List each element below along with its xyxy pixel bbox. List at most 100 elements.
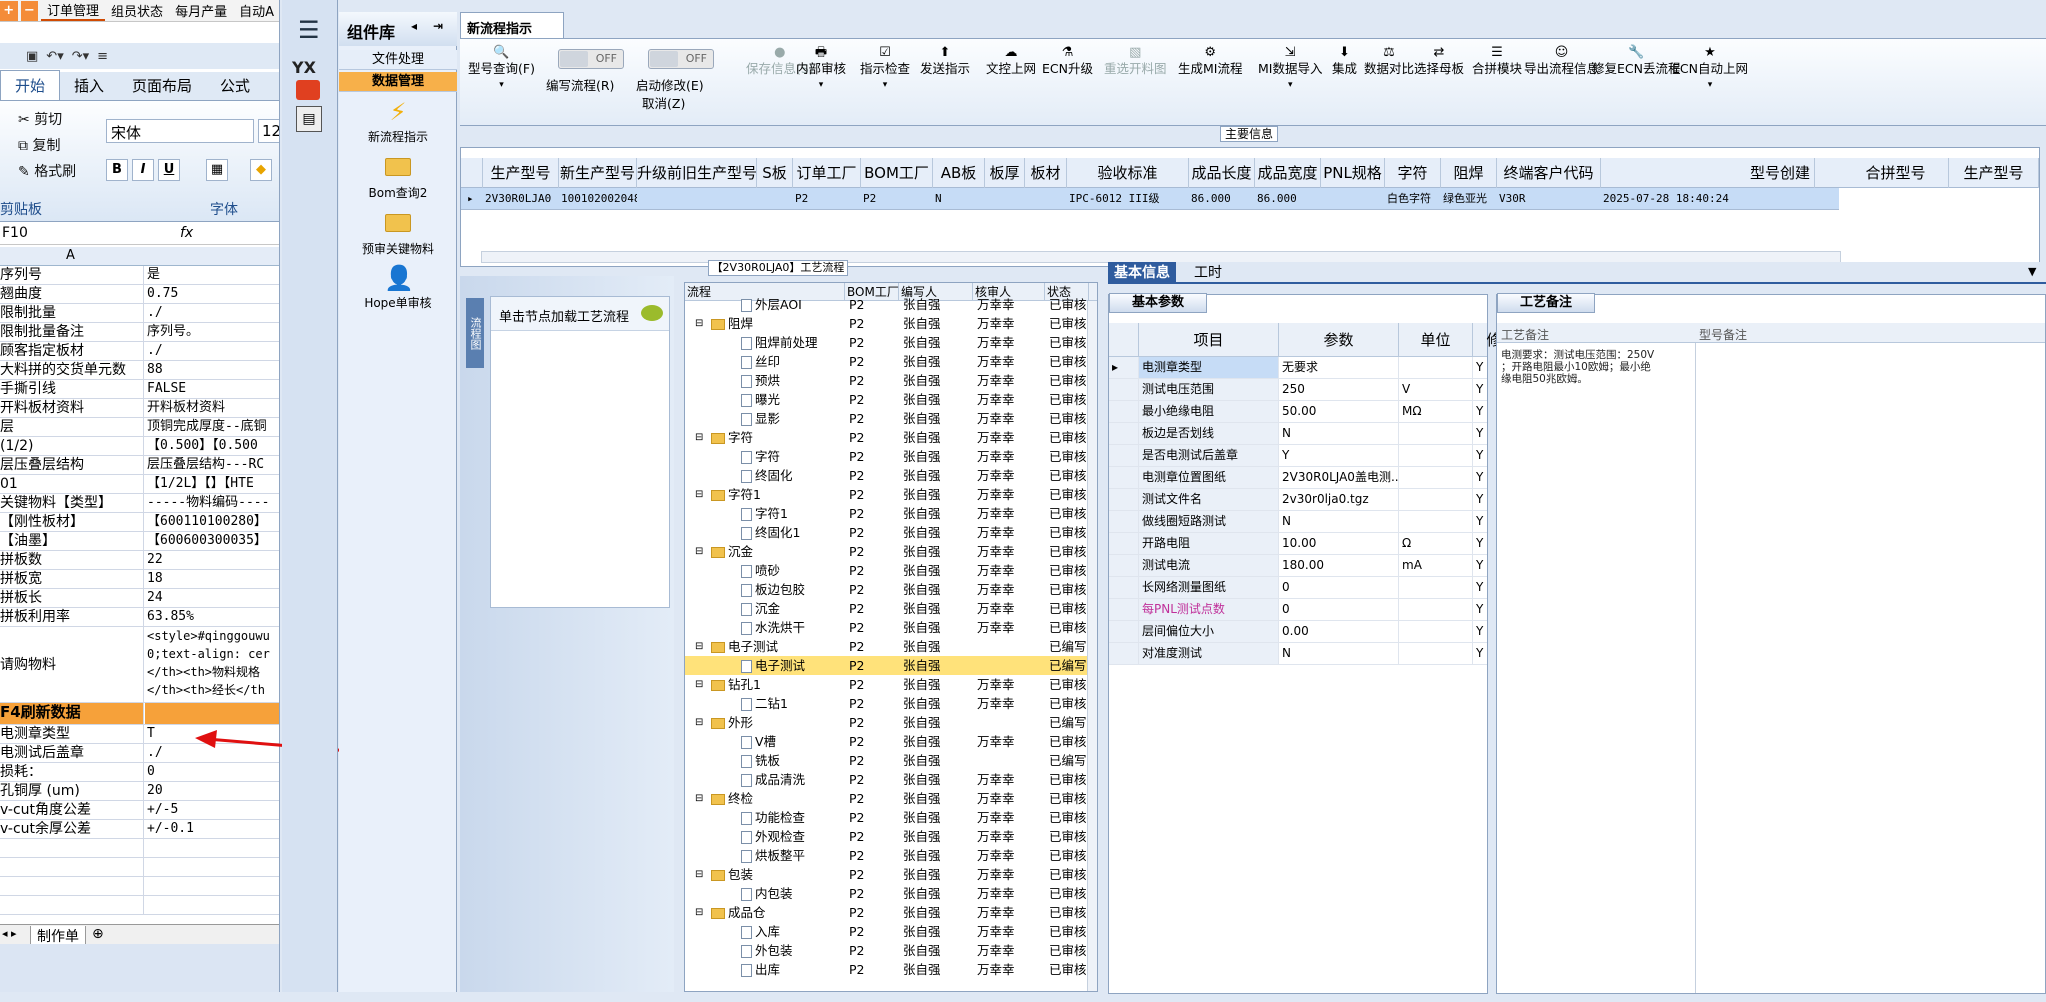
cell-a[interactable]: 层 (0, 418, 144, 436)
cell-a[interactable]: 层压叠层结构 (0, 456, 144, 474)
row-selector[interactable] (1109, 489, 1139, 510)
expand-icon[interactable]: ⊟ (695, 428, 703, 447)
dropdown-arrow-icon[interactable]: ▾ (1258, 77, 1322, 93)
column-header[interactable]: S板 (757, 158, 793, 188)
params-cell[interactable] (1399, 599, 1473, 620)
row-selector[interactable] (1109, 467, 1139, 488)
cell-b[interactable]: 88 (145, 361, 279, 379)
cell-a[interactable] (0, 839, 144, 857)
column-header[interactable]: 验收标准 (1067, 158, 1189, 188)
params-row[interactable]: 是否电测试后盖章 Y Y (1109, 445, 1513, 467)
params-row[interactable]: 测试电压范围 250 V Y (1109, 379, 1513, 401)
cell-a[interactable]: 电测试后盖章 (0, 744, 144, 762)
table-cell[interactable] (1025, 188, 1067, 210)
params-cell[interactable] (1399, 467, 1473, 488)
tree-node[interactable]: 二钻1 P2 张自强 万幸幸 已审核 (685, 694, 1097, 713)
tree-node[interactable]: 烘板整平 P2 张自强 万幸幸 已审核 (685, 846, 1097, 865)
cell-a[interactable]: 翘曲度 (0, 285, 144, 303)
params-cell[interactable]: 开路电阻 (1139, 533, 1279, 554)
format-painter-button[interactable]: ✎ 格式刷 (18, 161, 76, 181)
table-cell[interactable]: 86.000 (1189, 188, 1255, 210)
cell-b[interactable]: +/-5 (145, 801, 279, 819)
tree-node[interactable]: 外层AOI P2 张自强 万幸幸 已审核 (685, 295, 1097, 314)
tree-node[interactable]: 入库 P2 张自强 万幸幸 已审核 (685, 922, 1097, 941)
table-cell[interactable] (1321, 188, 1385, 210)
params-cell[interactable]: 2v30r0lja0.tgz (1279, 489, 1399, 510)
excel-tab-3[interactable]: 自动A (233, 1, 279, 20)
table-cell[interactable] (985, 188, 1025, 210)
params-row[interactable]: 层间偏位大小 0.00 Y (1109, 621, 1513, 643)
cell-a[interactable] (0, 877, 144, 895)
toolbar-button[interactable]: 🔧 修复ECN丢流程 (1592, 45, 1680, 77)
cell-b[interactable]: FALSE (145, 380, 279, 398)
tree-node[interactable]: 外包装 P2 张自强 万幸幸 已审核 (685, 941, 1097, 960)
expand-icon[interactable]: ⊟ (695, 865, 703, 884)
tree-node[interactable]: 成品仓 ⊟ P2 张自强 万幸幸 已审核 (685, 903, 1097, 922)
ribbon-tab-formulas[interactable]: 公式 (206, 71, 264, 100)
cell-a[interactable]: 大料拼的交货单元数 (0, 361, 144, 379)
cell-b[interactable]: ./ (145, 342, 279, 360)
tree-node[interactable]: 阻焊 ⊟ P2 张自强 万幸幸 已审核 (685, 314, 1097, 333)
cell-b[interactable]: 【600600300035】 (145, 532, 279, 550)
params-row[interactable]: 板边是否划线 N Y (1109, 423, 1513, 445)
params-cell[interactable]: 每PNL测试点数 (1139, 599, 1279, 620)
cell-a[interactable]: 拼板数 (0, 551, 144, 569)
params-cell[interactable]: Y (1279, 445, 1399, 466)
ribbon-tab-layout[interactable]: 页面布局 (118, 71, 206, 100)
params-cell[interactable]: 电测章位置图纸 (1139, 467, 1279, 488)
expand-icon[interactable]: ⊟ (695, 314, 703, 333)
cell-a[interactable]: 拼板长 (0, 589, 144, 607)
params-row[interactable]: 做线圈短路测试 N Y (1109, 511, 1513, 533)
params-cell[interactable]: 测试电压范围 (1139, 379, 1279, 400)
cell-a[interactable]: 序列号 (0, 266, 144, 284)
expand-icon[interactable]: ⊟ (695, 542, 703, 561)
excel-tab-0[interactable]: 订单管理 (41, 0, 106, 21)
cell-b[interactable] (145, 703, 279, 724)
toolbar-button[interactable]: ★ ECN自动上网 ▾ (1672, 45, 1748, 93)
pin-icon[interactable]: ⇥ (433, 19, 443, 33)
ribbon-tab-home[interactable]: 开始 (0, 70, 61, 100)
row-selector[interactable]: ▸ (1109, 357, 1139, 378)
column-header[interactable]: 板厚 (985, 158, 1025, 188)
cell-a[interactable]: F4刷新数据 (0, 703, 144, 724)
cell-b[interactable]: +/-0.1 (145, 820, 279, 838)
category-file[interactable]: 文件处理 (339, 50, 457, 70)
cell-b[interactable]: 20 (145, 782, 279, 800)
params-column-header[interactable]: 参数 (1279, 323, 1399, 357)
cell-a[interactable]: 限制批量备注 (0, 323, 144, 341)
params-row[interactable]: 最小绝缘电阻 50.00 MΩ Y (1109, 401, 1513, 423)
row-selector[interactable] (1109, 643, 1139, 664)
column-header[interactable]: 生产型号 (1949, 158, 2039, 188)
column-header[interactable]: 订单工厂 (793, 158, 861, 188)
cell-a[interactable]: 拼板利用率 (0, 608, 144, 626)
cell-a[interactable]: 【刚性板材】 (0, 513, 144, 531)
cell-b[interactable]: 18 (145, 570, 279, 588)
minus-icon[interactable]: − (20, 0, 39, 21)
component-new-flow[interactable]: ⚡ 新流程指示 (339, 98, 457, 145)
params-cell[interactable] (1399, 577, 1473, 598)
params-cell[interactable] (1399, 511, 1473, 532)
params-cell[interactable]: 无要求 (1279, 357, 1399, 378)
flow-chart-vtab[interactable]: 流程图 (466, 298, 484, 368)
cell-b[interactable]: 【0.500】【0.500 (145, 437, 279, 455)
expand-icon[interactable]: ⊟ (695, 789, 703, 808)
cell-b[interactable]: -----物料编码---- (145, 494, 279, 512)
cancel-button[interactable]: 取消(Z) (642, 93, 685, 112)
column-header[interactable]: 阻焊 (1441, 158, 1497, 188)
dropdown-arrow-icon[interactable]: ▾ (468, 77, 535, 93)
component-bom-query[interactable]: Bom查询2 (339, 154, 457, 201)
new-sheet-icon[interactable]: ⊕ (92, 926, 104, 942)
expand-icon[interactable]: ⊟ (695, 637, 703, 656)
column-a-header[interactable]: A (66, 248, 75, 263)
row-selector-icon[interactable]: ▸ (465, 188, 474, 210)
column-header[interactable]: 合拼型号 (1843, 158, 1949, 188)
tree-node[interactable]: 内包装 P2 张自强 万幸幸 已审核 (685, 884, 1097, 903)
cell-a[interactable]: v-cut余厚公差 (0, 820, 144, 838)
params-cell[interactable]: N (1279, 511, 1399, 532)
column-header[interactable]: PNL规格 (1321, 158, 1385, 188)
redo-icon[interactable]: ↷▾ (72, 49, 89, 64)
params-cell[interactable]: 长网络测量图纸 (1139, 577, 1279, 598)
tree-node[interactable]: 预烘 P2 张自强 万幸幸 已审核 (685, 371, 1097, 390)
toolbar-button[interactable]: ⚖ 数据对比 (1364, 45, 1414, 77)
copy-button[interactable]: ⧉ 复制 (18, 135, 60, 155)
